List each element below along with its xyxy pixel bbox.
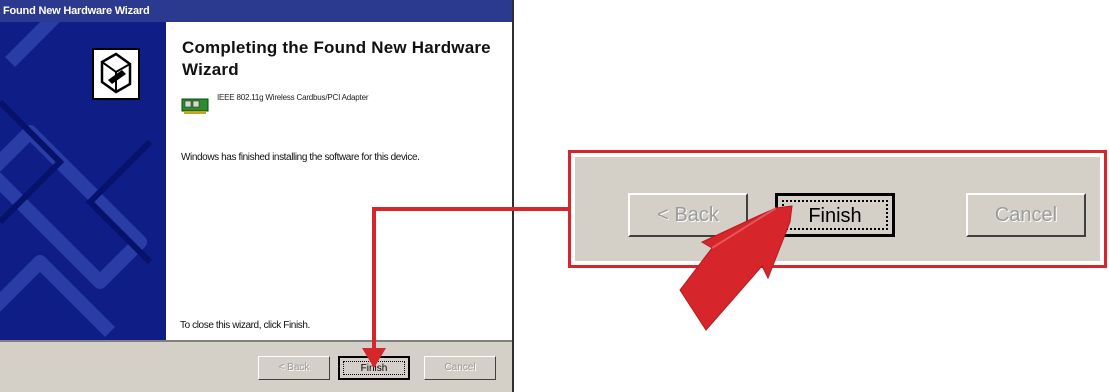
- zoom-callout: < Back Finish Cancel: [568, 150, 1107, 268]
- zoom-callout-panel: < Back Finish Cancel: [575, 157, 1100, 261]
- back-button[interactable]: < Back: [258, 356, 330, 380]
- wizard-window: Found New Hardware Wizard Completing the…: [0, 0, 514, 392]
- close-message: To close this wizard, click Finish.: [180, 320, 310, 331]
- device-row: IEEE 802.11g Wireless Cardbus/PCI Adapte…: [181, 93, 501, 120]
- wizard-button-bar: < Back Finish Cancel: [0, 340, 512, 392]
- wizard-side-panel: [0, 22, 166, 340]
- device-name: IEEE 802.11g Wireless Cardbus/PCI Adapte…: [217, 93, 369, 102]
- network-card-icon: [181, 98, 209, 114]
- finished-message: Windows has finished installing the soft…: [181, 152, 420, 163]
- wizard-heading: Completing the Found New Hardware Wizard: [182, 38, 491, 79]
- cancel-button[interactable]: Cancel: [424, 356, 496, 380]
- finish-button[interactable]: Finish: [338, 356, 410, 380]
- callout-finish-button[interactable]: Finish: [775, 193, 895, 237]
- hardware-wizard-icon: [92, 48, 140, 100]
- window-title: Found New Hardware Wizard: [0, 0, 512, 22]
- callout-finish-button-label: Finish: [782, 200, 888, 230]
- side-panel-decoration: [0, 22, 153, 337]
- callout-back-button[interactable]: < Back: [628, 193, 748, 237]
- wizard-content: Completing the Found New Hardware Wizard…: [166, 22, 512, 340]
- finish-button-label: Finish: [343, 361, 405, 375]
- callout-cancel-button[interactable]: Cancel: [966, 193, 1086, 237]
